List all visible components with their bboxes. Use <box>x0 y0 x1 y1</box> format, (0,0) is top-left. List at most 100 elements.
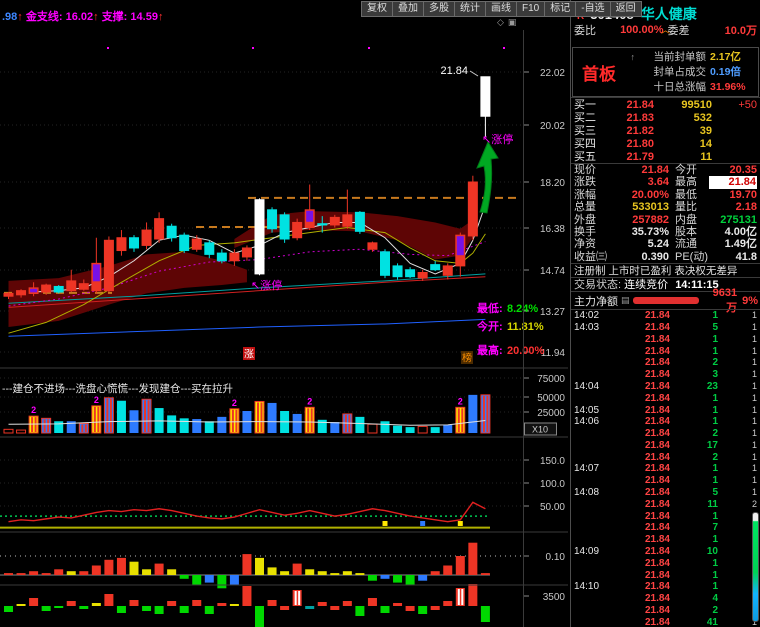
info-label: 流通 <box>669 238 709 250</box>
bid-price: 21.84 <box>602 99 654 112</box>
svg-text:2: 2 <box>94 395 99 405</box>
menu-item-statistics[interactable]: 统计 <box>454 1 486 17</box>
tick-volume: 11 <box>670 499 718 511</box>
menu-item-multi-stock[interactable]: 多股 <box>423 1 455 17</box>
tick-count: 2 <box>718 499 757 511</box>
diamond-icon[interactable]: ◇ <box>497 17 508 27</box>
menu-item-overlay[interactable]: 叠加 <box>392 1 424 17</box>
tick-volume: 1 <box>670 511 718 523</box>
collapse-chevron-icon[interactable]: ︿ <box>661 26 670 34</box>
menu-item-restore-rights[interactable]: 复权 <box>361 1 393 17</box>
svg-text:150.0: 150.0 <box>540 456 565 467</box>
svg-text:↖涨停: ↖涨停 <box>482 132 513 146</box>
tick-price: 21.84 <box>608 393 670 405</box>
info-label: 量比 <box>669 201 709 213</box>
tick-price: 21.84 <box>608 428 670 440</box>
stock-app-window: .98↑ 金支线: 16.02↑ 支撑: 14.59↑ 复权叠加多股统计画线F1… <box>0 0 760 627</box>
tick-row: 21.8411 <box>571 346 760 358</box>
tick-volume: 1 <box>670 346 718 358</box>
up-arrow-icon <box>625 80 635 95</box>
info-label: 换手 <box>574 226 614 238</box>
tick-row: 14:0421.84231 <box>571 381 760 393</box>
tick-row: 21.8421 <box>571 452 760 464</box>
detail-grid-icon[interactable]: ▤ <box>621 295 630 306</box>
tick-row: 21.84411 <box>571 617 760 627</box>
bid-volume: 39 <box>654 125 712 138</box>
menu-item-draw-line[interactable]: 画线 <box>485 1 517 17</box>
toolbar-sub-icons: ◇▣ <box>497 17 520 28</box>
bid-price: 21.80 <box>602 138 654 151</box>
info-row: 换手35.73%股本4.00亿 <box>571 226 760 238</box>
tick-volume: 2 <box>670 428 718 440</box>
window-layout-icon[interactable]: ▣ <box>508 17 521 27</box>
tick-row: 21.8441 <box>571 593 760 605</box>
tick-price: 21.84 <box>608 546 670 558</box>
tick-price: 21.84 <box>608 405 670 417</box>
indicator-value-overlay: .98↑ 金支线: 16.02↑ 支撑: 14.59↑ <box>2 8 163 24</box>
info-value: 35.73% <box>614 226 669 238</box>
status-value: 连续竞价 <box>624 279 668 291</box>
tick-price: 21.84 <box>608 452 670 464</box>
tick-volume: 2 <box>670 452 718 464</box>
svg-text:22.02: 22.02 <box>540 68 565 79</box>
tick-time <box>574 393 608 405</box>
gold-line-value: 16.02 <box>66 11 94 23</box>
tick-row: 14:0721.8411 <box>571 463 760 475</box>
svg-text:X10: X10 <box>532 425 548 435</box>
tick-volume: 23 <box>670 381 718 393</box>
info-row: 外盘257882内盘275131 <box>571 214 760 226</box>
kline-chart[interactable]: 22.0220.0218.2016.3814.7413.2711.9421.84… <box>0 0 570 627</box>
svg-text:75000: 75000 <box>537 374 565 385</box>
up-arrow-icon: ↑ <box>17 11 23 23</box>
bid-row: 买四21.8014 <box>571 138 760 151</box>
tick-row: 21.8411 <box>571 511 760 523</box>
tick-price: 21.84 <box>608 558 670 570</box>
tick-time <box>574 428 608 440</box>
menu-item-f10[interactable]: F10 <box>516 1 545 17</box>
bid-row: 买三21.8239 <box>571 125 760 138</box>
info-label: 涨幅 <box>574 189 614 201</box>
tick-count: 1 <box>718 369 757 381</box>
bid-queue-table: 买一21.8499510+50买二21.83532买三21.8239买四21.8… <box>571 97 760 163</box>
svg-text:最高:: 最高: <box>477 343 503 357</box>
info-value: 1.49亿 <box>709 238 757 250</box>
menu-item-mark[interactable]: 标记 <box>544 1 576 17</box>
board-stat-label: 当前封单额 <box>635 50 706 65</box>
tick-count: 1 <box>718 440 757 452</box>
svg-text:最低:: 最低: <box>477 301 503 315</box>
tick-volume: 5 <box>670 322 718 334</box>
tick-time: 14:10 <box>574 581 608 593</box>
tick-row: 21.8411 <box>571 534 760 546</box>
info-value: 19.70 <box>709 189 757 201</box>
tick-time: 14:04 <box>574 381 608 393</box>
info-label: 今开 <box>669 164 709 176</box>
tick-row: 21.8411 <box>571 393 760 405</box>
tick-row: 14:1021.8411 <box>571 581 760 593</box>
board-stat-row: 封单占成交0.19倍 <box>625 65 758 80</box>
time-sales-list[interactable]: 14:0221.841114:0321.845121.841121.841121… <box>571 309 760 627</box>
tick-volume: 1 <box>670 393 718 405</box>
bid-volume: 99510 <box>654 99 712 112</box>
support-label: 支撑: <box>102 11 128 23</box>
tick-count: 1 <box>718 381 757 393</box>
svg-text:20.00%: 20.00% <box>507 345 545 357</box>
bid-row: 买五21.7911 <box>571 151 760 164</box>
info-label: 涨跌 <box>574 176 614 188</box>
svg-text:2: 2 <box>31 405 36 415</box>
info-row: 总量533013量比2.18 <box>571 201 760 213</box>
tick-count: 1 <box>718 310 757 322</box>
bid-change <box>712 112 757 125</box>
tick-row: 14:0221.8411 <box>571 310 760 322</box>
svg-text:21.84: 21.84 <box>440 65 468 77</box>
tick-time <box>574 617 608 627</box>
info-label: 外盘 <box>574 214 614 226</box>
scrollbar[interactable] <box>752 512 759 622</box>
tick-time: 14:08 <box>574 487 608 499</box>
svg-text:25000: 25000 <box>537 408 565 419</box>
tick-price: 21.84 <box>608 463 670 475</box>
tick-count: 1 <box>718 334 757 346</box>
menu-item-back[interactable]: 返回 <box>610 1 642 17</box>
bid-volume: 532 <box>654 112 712 125</box>
menu-item-watchlist[interactable]: -自选 <box>575 1 610 17</box>
up-arrow-icon <box>625 65 635 80</box>
